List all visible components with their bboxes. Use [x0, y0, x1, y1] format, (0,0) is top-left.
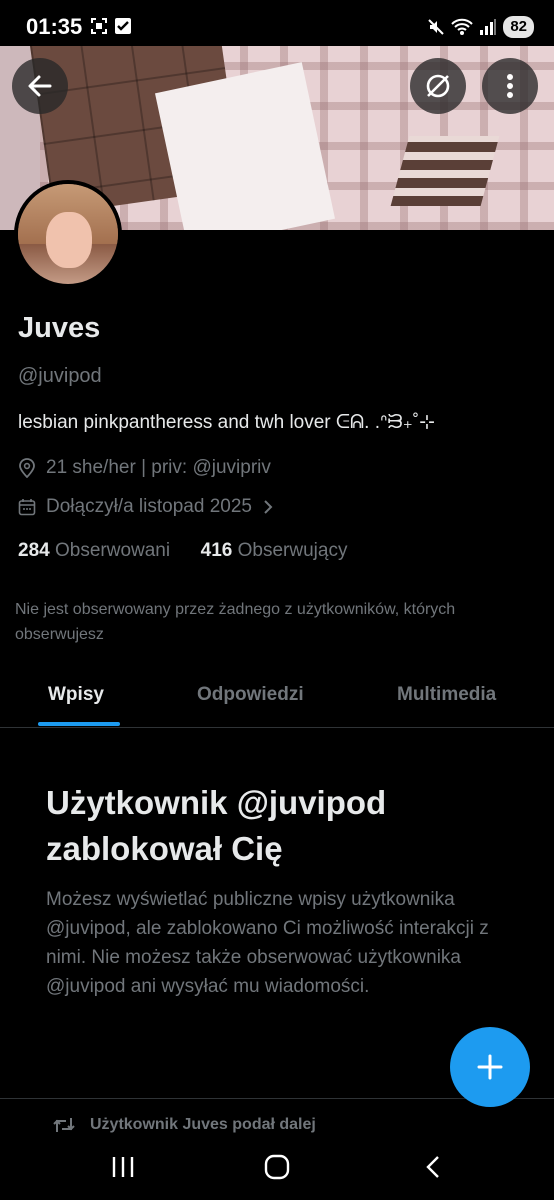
signal-icon: [480, 19, 497, 35]
followers-link[interactable]: 416 Obserwujący: [201, 540, 348, 561]
compose-post-button[interactable]: [450, 1027, 530, 1107]
chevron-left-icon: [426, 1156, 439, 1178]
back-button[interactable]: [12, 58, 68, 114]
followers-count: 416: [200, 540, 233, 561]
tab-multimedia[interactable]: Multimedia: [397, 684, 496, 706]
followers-label: Obserwujący: [237, 540, 348, 561]
grok-icon: [426, 74, 450, 98]
screenshot-icon: [91, 18, 107, 34]
back-nav-button[interactable]: [418, 1152, 448, 1182]
chevron-right-icon: [264, 500, 273, 514]
retweet-text: Użytkownik Juves podał dalej: [90, 1116, 316, 1133]
location-text: 21 she/her | priv: @juvipriv: [46, 457, 271, 478]
avatar[interactable]: [14, 180, 122, 288]
home-button[interactable]: [262, 1152, 292, 1182]
more-options-button[interactable]: [482, 58, 538, 114]
banner-box-decoration: [390, 136, 500, 206]
arrow-left-icon: [28, 75, 52, 97]
recent-apps-button[interactable]: [108, 1152, 138, 1182]
banner-wrapper-decoration: [155, 62, 335, 230]
status-time: 01:35: [26, 14, 83, 39]
joined-text: Dołączył/a listopad 2025: [46, 496, 252, 517]
profile-tabs: Wpisy Odpowiedzi Multimedia: [0, 666, 554, 728]
more-vertical-icon: [507, 74, 513, 98]
status-bar: 01:35 82: [0, 0, 554, 46]
tab-odpowiedzi[interactable]: Odpowiedzi: [197, 684, 304, 706]
repost-icon: [53, 1118, 75, 1132]
avatar-face: [46, 212, 92, 268]
recent-apps-icon: [112, 1157, 134, 1177]
battery-indicator: 82: [503, 16, 534, 38]
follow-counts: 284 Obserwowani 416 Obserwujący: [18, 540, 347, 562]
home-icon: [264, 1154, 290, 1180]
following-count: 284: [18, 540, 50, 561]
profile-bio: lesbian pinkpantheress and twh lover ᕮᕱ.…: [18, 412, 436, 433]
blocked-description: Możesz wyświetlać publiczne wpisy użytko…: [46, 889, 489, 997]
active-tab-indicator: [38, 722, 120, 726]
check-box-icon: [115, 18, 131, 34]
joined-row[interactable]: Dołączył/a listopad 2025: [18, 496, 274, 518]
wifi-icon: [451, 18, 474, 35]
blocked-title: Użytkownik @juvipod zablokował Cię: [46, 784, 387, 867]
calendar-icon: [18, 499, 36, 516]
retweet-indicator: Użytkownik Juves podał dalej: [52, 1114, 316, 1136]
profile-handle: @juvipod: [18, 365, 102, 387]
following-label: Obserwowani: [54, 540, 171, 561]
location-row: 21 she/her | priv: @juvipriv: [18, 457, 271, 479]
tab-wpisy[interactable]: Wpisy: [48, 684, 104, 706]
location-pin-icon: [19, 458, 35, 478]
grok-button[interactable]: [410, 58, 466, 114]
avatar-image: [18, 184, 118, 284]
not-followed-note: Nie jest obserwowany przez żadnego z uży…: [15, 601, 456, 643]
mute-icon: [428, 19, 445, 35]
system-nav-bar: [0, 1134, 554, 1200]
plus-icon: [477, 1054, 503, 1080]
following-link[interactable]: 284 Obserwowani: [18, 540, 175, 561]
profile-name: Juves: [18, 312, 101, 344]
